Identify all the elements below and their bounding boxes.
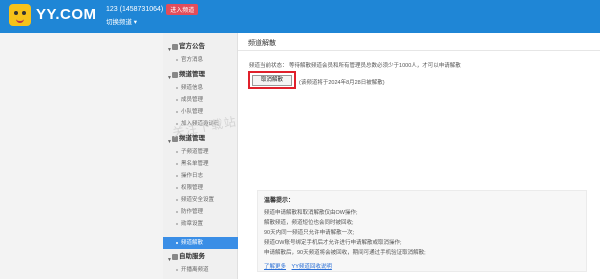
- tips-links: 了解更多 YY频道回收说明: [264, 262, 336, 270]
- switch-channel-dropdown[interactable]: 切换频道 ▾: [106, 16, 137, 26]
- title-divider: [238, 50, 600, 51]
- sidebar-item-medal-settings[interactable]: 勋章设置: [163, 218, 238, 230]
- tip-line: 解散频道，频道短位也会同时被回收;: [264, 220, 354, 226]
- top-header: YY.COM 123 (1458731064) 进入频道 切换频道 ▾: [0, 0, 600, 33]
- sidebar-item-anti-cheat[interactable]: 防作管理: [163, 206, 238, 218]
- yy-logo[interactable]: YY.COM: [0, 0, 96, 33]
- tip-line: 申请解散后，90天频道将会被回收，期间可通过手机验证取消解散;: [264, 250, 426, 256]
- tip-line: 90天内同一频道只允许申请解散一次;: [264, 230, 355, 236]
- sidebar-item-member-manage[interactable]: 成员管理: [163, 94, 238, 106]
- tips-box: 温馨提示： 频道申请解散和取消解散仅由OW操作; 解散频道，频道短位也会同时被回…: [257, 190, 587, 272]
- sidebar-item-security[interactable]: 频道安全设置: [163, 194, 238, 206]
- sidebar-section-self-service[interactable]: ▼ 自助服务: [163, 251, 238, 263]
- sidebar-item-channel-info[interactable]: 频道信息: [163, 82, 238, 94]
- user-info: 123 (1458731064) 进入频道: [106, 4, 199, 15]
- sidebar-item-broadcast-leave[interactable]: 开播离频道: [163, 264, 238, 276]
- tip-line: 频道申请解散和取消解散仅由OW操作;: [264, 210, 358, 216]
- enter-channel-button[interactable]: 进入频道: [166, 4, 199, 15]
- speaker-icon: [172, 44, 178, 50]
- dissolve-date-note: (该频道将于2024年8月28日被解散): [299, 80, 385, 86]
- tips-title: 温馨提示：: [264, 198, 295, 204]
- sidebar: ▼ 官方公告 官方消息 ▼ 频道管理 频道信息 成员管理 小队管理 加入频道邀请码 …: [163, 33, 238, 279]
- logo-text: YY.COM: [36, 6, 97, 23]
- sidebar-section-channel-manage[interactable]: ▼ 频道管理: [163, 69, 238, 81]
- service-icon: [172, 254, 178, 260]
- main-panel: 频道解散 频道当前状态： 等待解散频道会员和所有管理员总数必须少于1000人，才…: [238, 33, 600, 279]
- sidebar-item-subchannel[interactable]: 子频道管理: [163, 146, 238, 158]
- folder-icon: [172, 72, 178, 78]
- user-label: 123 (1458731064): [106, 6, 164, 13]
- sidebar-item-dissolve-channel[interactable]: 频道解散: [163, 237, 238, 249]
- page-title: 频道解散: [248, 40, 276, 47]
- tip-line: 频道OW账号绑定手机后才允许进行申请解散或取消操作;: [264, 240, 402, 246]
- sidebar-item-blacklist[interactable]: 黑名单管理: [163, 158, 238, 170]
- sidebar-item-operation-log[interactable]: 操作日志: [163, 170, 238, 182]
- yy-mascot-icon: [9, 4, 31, 26]
- sidebar-item-official-news[interactable]: 官方消息: [163, 54, 238, 66]
- sidebar-section-announcements[interactable]: ▼ 官方公告: [163, 41, 238, 53]
- recycle-info-link[interactable]: YY频道回收说明: [292, 264, 332, 270]
- cancel-dissolve-button[interactable]: 取消解散: [252, 75, 292, 86]
- learn-more-link[interactable]: 了解更多: [264, 264, 286, 270]
- channel-status-text: 频道当前状态： 等待解散频道会员和所有管理员总数必须少于1000人，才可以申请解…: [249, 63, 461, 69]
- sidebar-item-permissions[interactable]: 权限管理: [163, 182, 238, 194]
